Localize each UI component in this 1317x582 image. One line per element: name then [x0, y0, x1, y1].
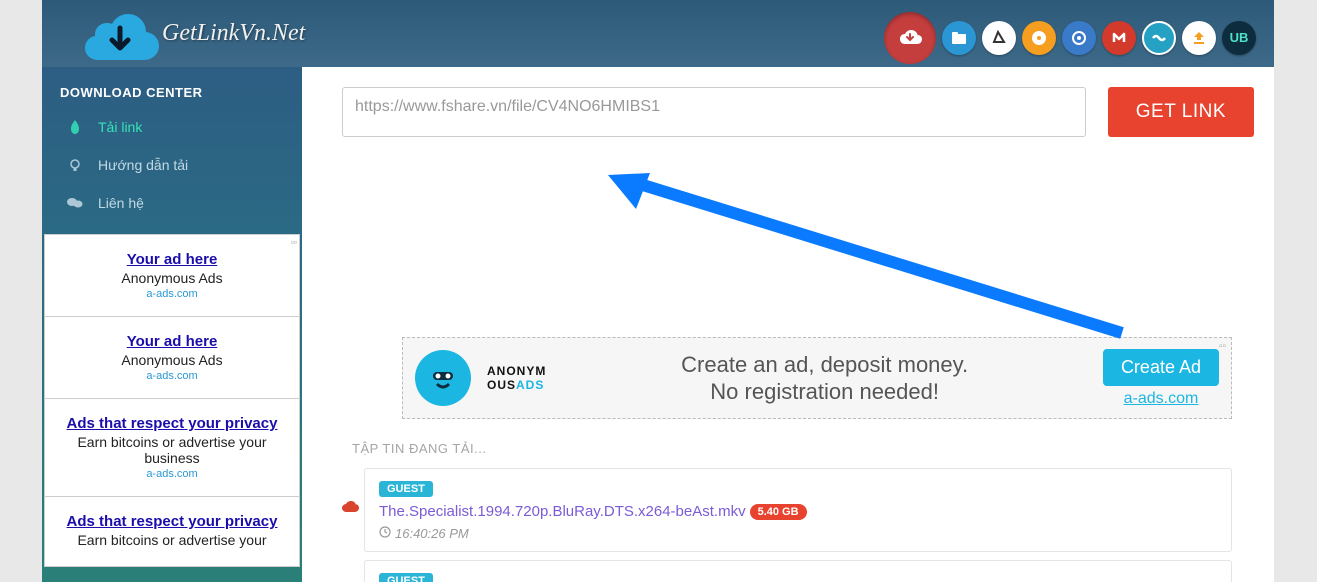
- ub-icon[interactable]: UB: [1222, 21, 1256, 55]
- url-input[interactable]: [342, 87, 1086, 137]
- ad-desc: Earn bitcoins or advertise your business: [55, 434, 289, 466]
- main-content: GET LINK ▫▫ ANONYM OUSADS Create an ad, …: [302, 67, 1274, 582]
- wechat-icon: [66, 194, 84, 212]
- cloud-download-icon: [72, 2, 168, 72]
- ad-brand: ANONYM OUSADS: [487, 364, 546, 392]
- sidebar: DOWNLOAD CENTER Tải link Hướng dẫn tải L…: [42, 67, 302, 582]
- sidebar-ad-3[interactable]: Ads that respect your privacy Earn bitco…: [44, 399, 300, 497]
- bulb-icon: [66, 156, 84, 174]
- file-size-badge: 5.40 GB: [750, 504, 807, 520]
- main-ad-banner[interactable]: ▫▫ ANONYM OUSADS Create an ad, deposit m…: [402, 337, 1232, 419]
- header-icons: UB: [884, 4, 1274, 64]
- sidebar-item-huong-dan[interactable]: Hướng dẫn tải: [42, 146, 302, 184]
- sidebar-ad-4[interactable]: Ads that respect your privacy Earn bitco…: [44, 497, 300, 567]
- logo-text: GetLinkVn.Net: [162, 20, 305, 47]
- sidebar-item-label: Hướng dẫn tải: [98, 157, 188, 173]
- guest-badge: GUEST: [379, 481, 433, 497]
- cloud-icon: [339, 499, 361, 518]
- sidebar-item-tai-link[interactable]: Tải link: [42, 108, 302, 146]
- ad-desc: Anonymous Ads: [55, 270, 289, 286]
- file-card: GUEST The.Specialist.1994.720p.BluRay.DT…: [364, 468, 1232, 552]
- target-icon[interactable]: [1062, 21, 1096, 55]
- create-ad-button[interactable]: Create Ad: [1103, 349, 1219, 386]
- file-card: GUEST: [364, 560, 1232, 582]
- drive-icon[interactable]: [982, 21, 1016, 55]
- clock-icon: [379, 526, 391, 541]
- get-link-button[interactable]: GET LINK: [1108, 87, 1254, 137]
- disc-icon[interactable]: [1022, 21, 1056, 55]
- ad-desc: Anonymous Ads: [55, 352, 289, 368]
- annotation-arrow-icon: [602, 167, 1152, 347]
- ad-desc: Earn bitcoins or advertise your: [55, 532, 289, 548]
- section-title: TẬP TIN ĐANG TẢI...: [352, 441, 1254, 456]
- logo[interactable]: GetLinkVn.Net: [72, 0, 305, 72]
- file-link[interactable]: The.Specialist.1994.720p.BluRay.DTS.x264…: [379, 503, 746, 520]
- ad-src: a-ads.com: [55, 370, 289, 382]
- flame-icon: [66, 118, 84, 136]
- ad-title[interactable]: Your ad here: [127, 251, 218, 268]
- sidebar-title: DOWNLOAD CENTER: [42, 67, 302, 108]
- header: GetLinkVn.Net: [42, 0, 1274, 67]
- ad-tag-icon: ▫▫: [291, 237, 297, 247]
- wave-icon[interactable]: [1142, 21, 1176, 55]
- sidebar-item-lien-he[interactable]: Liên hệ: [42, 184, 302, 222]
- ad-src: a-ads.com: [55, 468, 289, 480]
- ad-tag-icon: ▫▫: [1219, 341, 1226, 352]
- sidebar-ad-1[interactable]: ▫▫ Your ad here Anonymous Ads a-ads.com: [44, 234, 300, 317]
- ad-title[interactable]: Your ad here: [127, 333, 218, 350]
- file-time: 16:40:26 PM: [379, 526, 1217, 541]
- ad-headline: Create an ad, deposit money. No registra…: [546, 351, 1103, 406]
- ad-src[interactable]: a-ads.com: [1103, 390, 1219, 408]
- header-download-icon[interactable]: [884, 12, 936, 64]
- sidebar-item-label: Tải link: [98, 119, 142, 135]
- sidebar-item-label: Liên hệ: [98, 195, 144, 211]
- guest-badge: GUEST: [379, 573, 433, 582]
- folder-icon[interactable]: [942, 21, 976, 55]
- ad-title[interactable]: Ads that respect your privacy: [67, 415, 278, 432]
- mega-icon[interactable]: [1102, 21, 1136, 55]
- ad-src: a-ads.com: [55, 288, 289, 300]
- ad-title[interactable]: Ads that respect your privacy: [67, 513, 278, 530]
- up-icon[interactable]: [1182, 21, 1216, 55]
- sidebar-ad-2[interactable]: Your ad here Anonymous Ads a-ads.com: [44, 317, 300, 399]
- anonymads-icon: [415, 350, 471, 406]
